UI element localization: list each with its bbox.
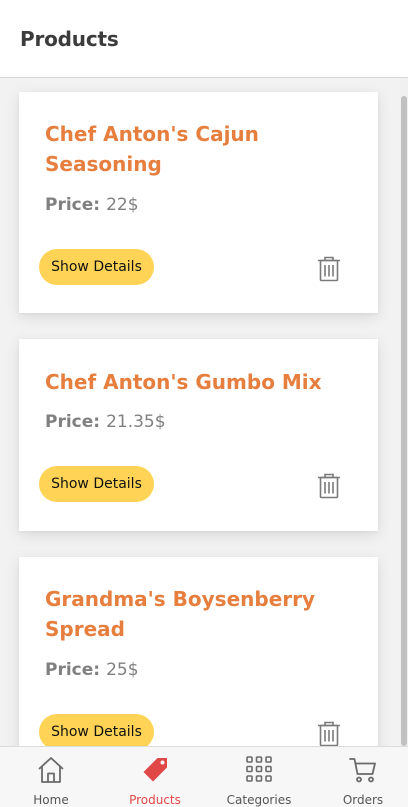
show-details-button[interactable]: Show Details bbox=[39, 466, 154, 502]
app-header: Products bbox=[0, 0, 408, 78]
trash-icon[interactable] bbox=[317, 473, 341, 499]
grid-icon bbox=[246, 756, 272, 782]
price-label: Price: bbox=[45, 412, 101, 432]
scrollbar-thumb[interactable] bbox=[401, 96, 407, 746]
tab-categories[interactable]: Categories bbox=[219, 747, 299, 807]
cart-icon bbox=[349, 758, 376, 783]
tab-home[interactable]: Home bbox=[11, 747, 91, 807]
bottom-tab-bar: Home Products Categories Orders bbox=[0, 746, 408, 807]
page-title: Products bbox=[20, 27, 119, 51]
product-name: Grandma's Boysenberry Spread bbox=[45, 587, 316, 641]
tab-products[interactable]: Products bbox=[115, 747, 195, 807]
tab-label: Products bbox=[129, 793, 181, 807]
price-row: Price: 22$ bbox=[45, 195, 139, 215]
product-list[interactable]: Chef Anton's Cajun Seasoning Price: 22$ S… bbox=[0, 78, 408, 746]
price-value: 21.35$ bbox=[106, 412, 166, 432]
price-row: Price: 21.35$ bbox=[45, 412, 166, 432]
product-name: Chef Anton's Gumbo Mix bbox=[45, 370, 322, 394]
product-name: Chef Anton's Cajun Seasoning bbox=[45, 122, 259, 176]
tab-label: Home bbox=[33, 793, 69, 807]
tab-label: Categories bbox=[226, 793, 292, 807]
trash-icon[interactable] bbox=[317, 256, 341, 282]
product-card: Grandma's Boysenberry Spread Price: 25$ S… bbox=[19, 557, 378, 746]
price-label: Price: bbox=[45, 195, 101, 215]
product-card: Chef Anton's Cajun Seasoning Price: 22$ S… bbox=[19, 92, 378, 313]
home-icon bbox=[38, 757, 64, 783]
price-row: Price: 25$ bbox=[45, 660, 139, 680]
price-value: 25$ bbox=[106, 660, 139, 680]
product-card: Chef Anton's Gumbo Mix Price: 21.35$ Show… bbox=[19, 339, 378, 531]
tab-orders[interactable]: Orders bbox=[323, 747, 403, 807]
price-label: Price: bbox=[45, 660, 101, 680]
show-details-button[interactable]: Show Details bbox=[39, 714, 154, 746]
price-value: 22$ bbox=[106, 195, 139, 215]
tab-label: Orders bbox=[342, 793, 384, 807]
tag-icon bbox=[143, 758, 167, 782]
trash-icon[interactable] bbox=[317, 721, 341, 746]
show-details-button[interactable]: Show Details bbox=[39, 249, 154, 285]
